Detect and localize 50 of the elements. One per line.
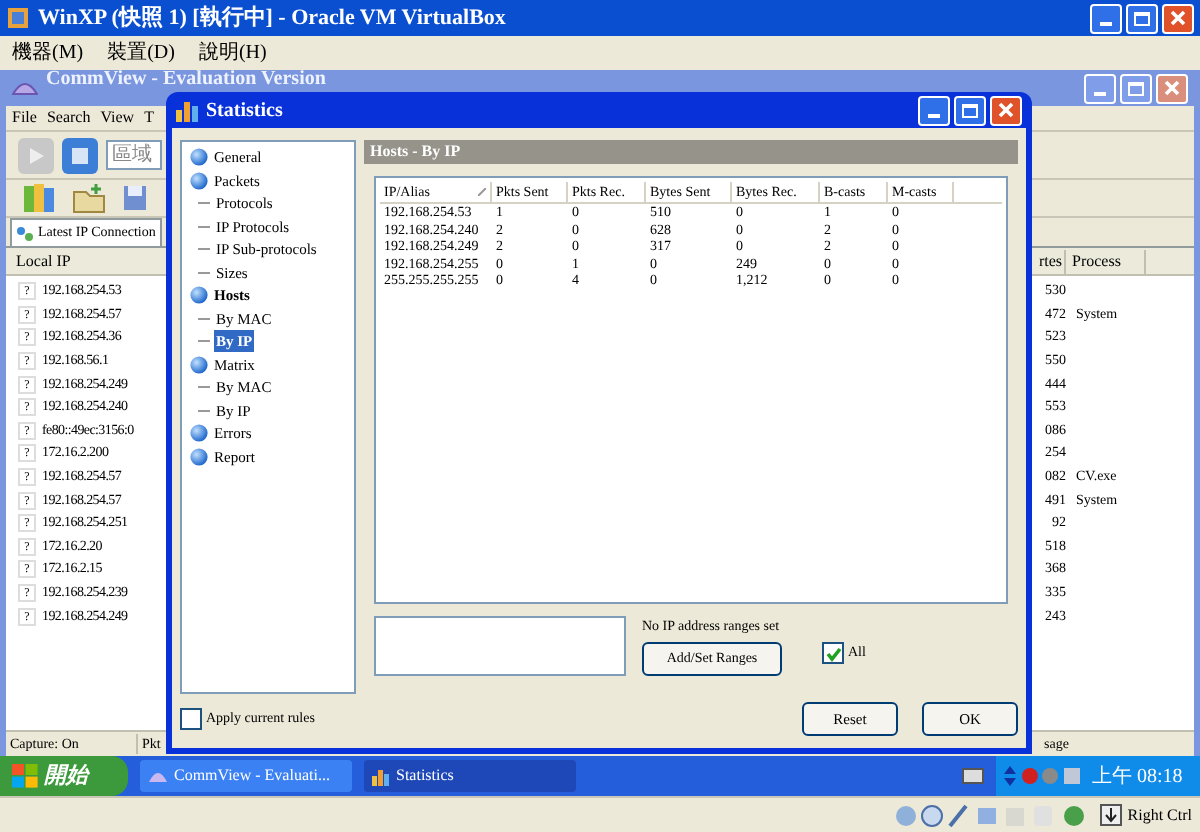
start-button[interactable]: 開始: [0, 756, 128, 796]
clock: 上午 08:18: [1092, 763, 1183, 791]
close-button[interactable]: [990, 95, 1022, 125]
keyboard-icon: [962, 768, 984, 784]
windows-logo-icon: [12, 764, 38, 788]
checkbox[interactable]: [180, 708, 202, 730]
window-title: Statistics: [206, 97, 283, 125]
sphere-icon: [190, 286, 208, 305]
folder-icon: [72, 183, 106, 213]
menu-item[interactable]: View: [100, 106, 135, 130]
close-button[interactable]: [1162, 3, 1194, 33]
download-icon: [1099, 804, 1122, 826]
menu-item[interactable]: T: [144, 106, 154, 130]
window-title: WinXP (快照 1) [執行中] - Oracle VM VirtualBox: [38, 3, 506, 34]
close-icon: [1170, 10, 1186, 26]
bar-chart-icon: [372, 767, 390, 785]
stop-button[interactable]: [62, 137, 98, 173]
checkbox[interactable]: [822, 642, 844, 664]
minimize-button[interactable]: [918, 95, 950, 125]
ranges-field[interactable]: [374, 616, 626, 676]
menu-item[interactable]: File: [12, 106, 37, 130]
minimize-button[interactable]: [1090, 3, 1122, 33]
bar-chart-icon: [176, 99, 198, 121]
column-header[interactable]: Local IP: [6, 249, 126, 273]
host-key-label: Right Ctrl: [1127, 803, 1192, 827]
eye-icon: [148, 768, 168, 784]
menu-item[interactable]: 說明(H): [198, 38, 267, 68]
eye-icon: [12, 78, 38, 98]
app-icon: [6, 6, 30, 30]
maximize-button[interactable]: [1126, 3, 1158, 33]
close-icon: [998, 102, 1014, 118]
play-icon: [28, 147, 44, 163]
start-label: 開始: [44, 761, 88, 792]
menu-item[interactable]: 機器(M): [12, 38, 84, 68]
tray-icons-drawing: [1004, 766, 1084, 786]
window-title: CommView - Evaluation Version: [46, 70, 326, 90]
maximize-button[interactable]: [954, 95, 986, 125]
sphere-icon: [190, 355, 208, 374]
taskbar-button[interactable]: Statistics: [364, 760, 576, 792]
close-icon: [1164, 80, 1180, 96]
taskbar-button[interactable]: CommView - Evaluati...: [140, 760, 352, 792]
save-icon: [122, 184, 148, 212]
adapter-field[interactable]: 區域: [106, 140, 162, 170]
menu-item[interactable]: Search: [46, 106, 91, 130]
column-header[interactable]: Process: [1066, 249, 1146, 273]
sort-icon: [478, 188, 486, 196]
connection-icon: [16, 225, 34, 241]
menu-item[interactable]: 裝置(D): [107, 38, 175, 68]
section-header: Hosts - By IP: [364, 140, 1018, 164]
columns-icon: [22, 182, 56, 214]
